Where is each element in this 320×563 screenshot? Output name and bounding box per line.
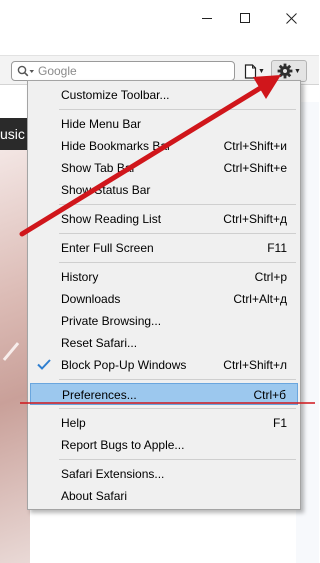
- checkmark-icon: [37, 359, 51, 370]
- menu-item-about-safari[interactable]: About Safari: [30, 485, 298, 507]
- menu-item-shortcut: Ctrl+Shift+д: [223, 212, 287, 226]
- page-menu-button[interactable]: ▼: [244, 60, 270, 82]
- menu-item-label: Show Tab Bar: [61, 161, 136, 175]
- menu-item-enter-full-screen[interactable]: Enter Full Screen F11: [30, 237, 298, 259]
- menu-item-label: Show Reading List: [61, 212, 162, 226]
- menu-item-label: Safari Extensions...: [61, 467, 165, 481]
- page-header-band: usic: [0, 118, 30, 150]
- menu-item-shortcut: Ctrl+Shift+л: [223, 358, 287, 372]
- menu-item-customize-toolbar[interactable]: Customize Toolbar...: [30, 84, 298, 106]
- search-field[interactable]: Google: [11, 61, 235, 81]
- page-header-text: usic: [0, 126, 25, 142]
- menu-item-hide-menu-bar[interactable]: Hide Menu Bar: [30, 113, 298, 135]
- search-placeholder: Google: [38, 64, 77, 78]
- title-bar: [0, 0, 319, 55]
- maximize-button[interactable]: [228, 8, 262, 28]
- menu-item-label: History: [61, 270, 99, 284]
- menu-item-shortcut: F1: [272, 416, 287, 430]
- chevron-down-icon: ▼: [258, 67, 265, 75]
- page-icon: [244, 63, 257, 79]
- menu-item-shortcut: Ctrl+б: [253, 388, 286, 402]
- menu-item-history[interactable]: History Ctrl+р: [30, 266, 298, 288]
- gear-menu-button[interactable]: ▼: [271, 60, 307, 82]
- menu-item-show-tab-bar[interactable]: Show Tab Bar Ctrl+Shift+е: [30, 157, 298, 179]
- menu-item-preferences[interactable]: Preferences... Ctrl+б: [30, 383, 298, 405]
- menu-item-report-bugs[interactable]: Report Bugs to Apple...: [30, 434, 298, 456]
- menu-item-show-reading-list[interactable]: Show Reading List Ctrl+Shift+д: [30, 208, 298, 230]
- menu-item-private-browsing[interactable]: Private Browsing...: [30, 310, 298, 332]
- menu-item-label: Report Bugs to Apple...: [61, 438, 185, 452]
- settings-menu: Customize Toolbar... Hide Menu Bar Hide …: [27, 80, 301, 510]
- menu-item-label: Customize Toolbar...: [61, 88, 170, 102]
- menu-item-shortcut: Ctrl+р: [254, 270, 287, 284]
- gear-icon: [277, 63, 293, 79]
- close-icon: [285, 12, 297, 24]
- chevron-down-icon: ▼: [294, 67, 301, 75]
- minimize-button[interactable]: [190, 8, 224, 28]
- menu-item-label: Hide Menu Bar: [61, 117, 142, 131]
- menu-item-shortcut: Ctrl+Shift+и: [223, 139, 287, 153]
- menu-item-label: Reset Safari...: [61, 336, 138, 350]
- menu-separator: [59, 204, 296, 205]
- menu-item-shortcut: Ctrl+Alt+д: [233, 292, 287, 306]
- menu-separator: [59, 408, 296, 409]
- menu-separator: [59, 459, 296, 460]
- page-hero-image: [0, 150, 30, 563]
- close-button[interactable]: [274, 8, 308, 28]
- menu-item-label: Enter Full Screen: [61, 241, 154, 255]
- menu-item-show-status-bar[interactable]: Show Status Bar: [30, 179, 298, 201]
- menu-item-reset-safari[interactable]: Reset Safari...: [30, 332, 298, 354]
- menu-item-help[interactable]: Help F1: [30, 412, 298, 434]
- menu-item-safari-extensions[interactable]: Safari Extensions...: [30, 463, 298, 485]
- menu-item-downloads[interactable]: Downloads Ctrl+Alt+д: [30, 288, 298, 310]
- maximize-icon: [240, 13, 250, 23]
- menu-separator: [59, 262, 296, 263]
- menu-item-label: Block Pop-Up Windows: [61, 358, 187, 372]
- menu-item-label: Show Status Bar: [61, 183, 151, 197]
- menu-item-label: Help: [61, 416, 86, 430]
- menu-item-label: Downloads: [61, 292, 121, 306]
- minimize-icon: [202, 17, 212, 19]
- menu-item-shortcut: F11: [267, 241, 287, 255]
- menu-item-label: About Safari: [61, 489, 128, 503]
- menu-item-label: Preferences...: [62, 388, 137, 402]
- menu-item-shortcut: Ctrl+Shift+е: [223, 161, 287, 175]
- menu-item-label: Private Browsing...: [61, 314, 162, 328]
- menu-separator: [59, 109, 296, 110]
- menu-item-block-popups[interactable]: Block Pop-Up Windows Ctrl+Shift+л: [30, 354, 298, 376]
- search-icon: [17, 65, 34, 77]
- menu-separator: [59, 233, 296, 234]
- hero-highlight: [2, 342, 20, 361]
- menu-item-hide-bookmarks-bar[interactable]: Hide Bookmarks Bar Ctrl+Shift+и: [30, 135, 298, 157]
- menu-item-label: Hide Bookmarks Bar: [61, 139, 172, 153]
- menu-separator: [59, 379, 296, 380]
